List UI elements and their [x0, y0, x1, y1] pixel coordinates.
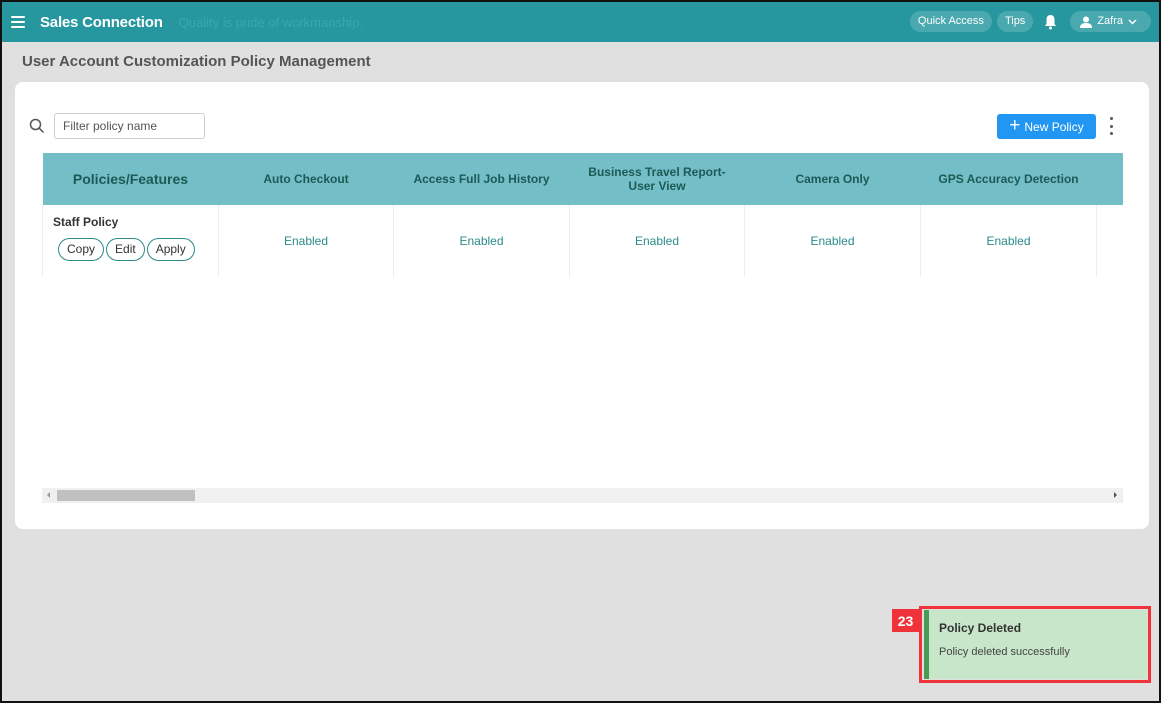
chevron-down-icon [1128, 18, 1137, 25]
annotation-badge: 23 [892, 609, 919, 632]
column-header: GPS Accuracy Detection [920, 153, 1097, 205]
policy-name: Staff Policy [53, 215, 119, 229]
feature-status-cell: Enabled [920, 205, 1097, 277]
app-tagline: Quality is pride of workmanship. [178, 14, 363, 30]
plus-icon: + [1009, 115, 1021, 136]
search-icon [29, 118, 45, 134]
column-header [1096, 153, 1123, 205]
column-header: Camera Only [744, 153, 921, 205]
policy-table-container: Policies/Features Auto Checkout Access F… [42, 153, 1123, 277]
policy-table: Policies/Features Auto Checkout Access F… [42, 153, 1123, 277]
feature-status-cell: Enabled [393, 205, 570, 277]
app-window: Sales Connection Quality is pride of wor… [0, 0, 1161, 703]
top-right-controls: Quick Access Tips Zafra [905, 11, 1151, 32]
user-menu-button[interactable]: Zafra [1070, 11, 1151, 32]
table-row: Staff Policy Copy Edit Apply Enabled Ena… [42, 205, 1123, 277]
column-header: Access Full Job History [393, 153, 570, 205]
edit-button[interactable]: Edit [106, 238, 145, 261]
app-brand[interactable]: Sales Connection [40, 14, 163, 31]
notification-bell-icon[interactable] [1044, 14, 1057, 30]
horizontal-scrollbar[interactable] [42, 488, 1123, 503]
user-icon [1080, 16, 1093, 28]
tips-button[interactable]: Tips [996, 11, 1034, 32]
policy-actions: Copy Edit Apply [53, 238, 218, 261]
menu-icon[interactable] [11, 16, 25, 28]
page-title: User Account Customization Policy Manage… [22, 53, 371, 70]
filter-policy-input[interactable] [54, 113, 205, 139]
policy-card [15, 82, 1149, 529]
filter-row [29, 113, 205, 139]
feature-status-cell: Enabled [569, 205, 745, 277]
feature-status-cell: Enabled [218, 205, 394, 277]
user-name: Zafra [1097, 15, 1123, 27]
feature-status-cell: Enabled [744, 205, 921, 277]
quick-access-button[interactable]: Quick Access [909, 11, 992, 32]
new-policy-label: New Policy [1024, 119, 1084, 134]
feature-status-cell [1096, 205, 1123, 277]
toast-notification[interactable]: Policy Deleted Policy deleted successful… [924, 610, 1147, 679]
new-policy-button[interactable]: + New Policy [997, 114, 1096, 139]
more-options-icon[interactable] [1106, 117, 1116, 135]
column-header: Auto Checkout [218, 153, 394, 205]
policy-cell: Staff Policy Copy Edit Apply [42, 205, 219, 277]
toast-message: Policy deleted successfully [939, 646, 1070, 658]
column-header: Business Travel Report-User View [569, 153, 745, 205]
scroll-left-arrow-icon[interactable] [47, 492, 50, 498]
column-header: Policies/Features [42, 153, 219, 205]
top-navigation-bar: Sales Connection Quality is pride of wor… [2, 2, 1159, 42]
table-header-row: Policies/Features Auto Checkout Access F… [42, 153, 1123, 205]
toast-title: Policy Deleted [939, 621, 1022, 635]
copy-button[interactable]: Copy [58, 238, 105, 261]
scrollbar-thumb[interactable] [57, 490, 195, 501]
scroll-right-arrow-icon[interactable] [1114, 492, 1117, 498]
apply-button[interactable]: Apply [146, 238, 195, 261]
